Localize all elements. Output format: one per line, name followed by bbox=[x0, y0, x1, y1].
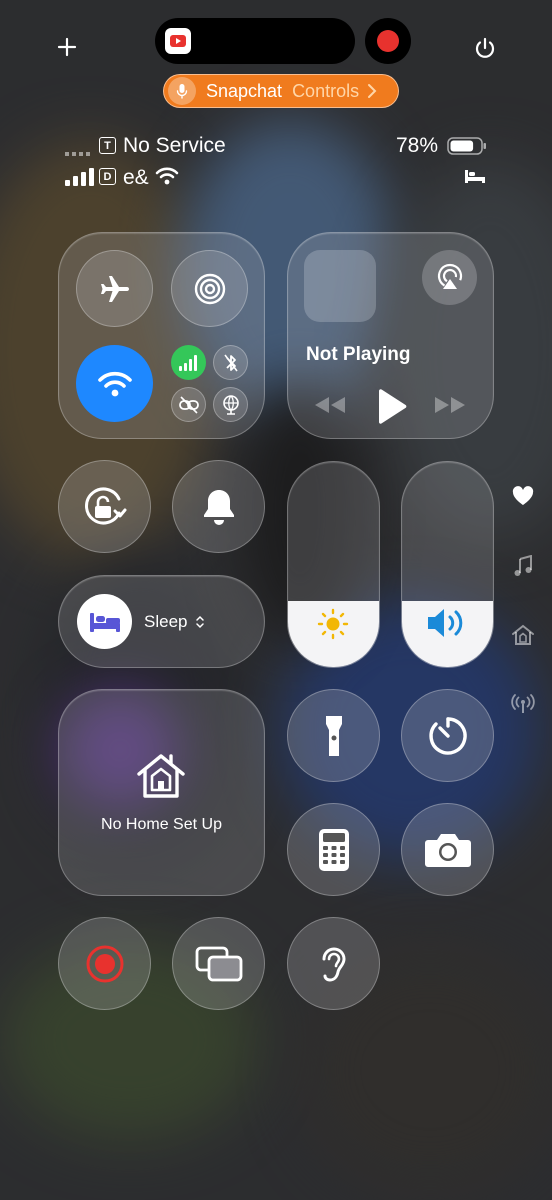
link-off-icon bbox=[178, 395, 199, 414]
chevron-updown-icon bbox=[195, 614, 205, 630]
dynamic-island[interactable] bbox=[155, 18, 355, 64]
album-art-placeholder bbox=[304, 250, 376, 322]
rotation-lock-icon bbox=[84, 487, 126, 524]
hearing-button[interactable] bbox=[287, 917, 380, 1010]
video-app-icon bbox=[170, 35, 186, 47]
music-page-icon[interactable] bbox=[510, 553, 536, 579]
wifi-button[interactable] bbox=[76, 345, 153, 422]
rewind-icon bbox=[315, 397, 345, 413]
screen-recording-button[interactable] bbox=[58, 917, 151, 1010]
cell-signal-icon bbox=[65, 168, 95, 186]
screen-record-indicator[interactable] bbox=[365, 18, 411, 64]
timer-button[interactable] bbox=[401, 689, 494, 782]
globe-icon bbox=[222, 394, 239, 415]
snap-controls-label: Controls bbox=[292, 80, 360, 101]
record-dot-icon bbox=[377, 30, 399, 52]
camera-icon bbox=[424, 833, 471, 867]
connectivity-page-icon[interactable] bbox=[510, 691, 536, 717]
snap-app-name: Snapchat bbox=[206, 80, 283, 101]
bluetooth-button[interactable] bbox=[213, 345, 248, 380]
home-page-icon[interactable] bbox=[510, 622, 536, 648]
personal-hotspot-button[interactable] bbox=[171, 387, 206, 422]
favorites-page-heart-icon[interactable] bbox=[510, 483, 536, 509]
rewind-button[interactable] bbox=[313, 394, 347, 416]
camera-button[interactable] bbox=[401, 803, 494, 896]
ear-icon bbox=[322, 947, 346, 982]
calculator-icon bbox=[318, 828, 349, 871]
wifi-icon bbox=[97, 371, 132, 396]
home-icon bbox=[135, 752, 187, 800]
home-label: No Home Set Up bbox=[101, 816, 222, 833]
silent-mode-button[interactable] bbox=[172, 460, 265, 553]
no-service-label: No Service bbox=[123, 134, 226, 157]
calculator-button[interactable] bbox=[287, 803, 380, 896]
sun-icon bbox=[317, 608, 349, 640]
flashlight-button[interactable] bbox=[287, 689, 380, 782]
fast-forward-button[interactable] bbox=[433, 394, 467, 416]
bell-icon bbox=[203, 489, 234, 525]
screen-mirroring-button[interactable] bbox=[172, 917, 265, 1010]
airplane-icon bbox=[100, 275, 129, 302]
record-icon bbox=[86, 945, 123, 982]
add-control-button[interactable] bbox=[56, 36, 78, 58]
orientation-lock-button[interactable] bbox=[58, 460, 151, 553]
sleep-mode-status-icon bbox=[464, 168, 486, 184]
now-playing-label: Not Playing bbox=[306, 344, 411, 365]
snapchat-controls-banner[interactable]: Snapchat Controls bbox=[163, 74, 399, 108]
fast-forward-icon bbox=[435, 397, 465, 413]
airdrop-icon bbox=[194, 273, 225, 304]
chevron-right-icon bbox=[368, 84, 377, 98]
flashlight-icon bbox=[325, 715, 342, 756]
wifi-status-icon bbox=[155, 166, 179, 186]
carrier-label: e& bbox=[123, 166, 149, 189]
airplane-mode-button[interactable] bbox=[76, 250, 153, 327]
timer-icon bbox=[428, 716, 467, 755]
sim-badge-t: T bbox=[99, 137, 116, 154]
vpn-button[interactable] bbox=[213, 387, 248, 422]
power-button[interactable] bbox=[472, 35, 498, 61]
cellular-data-button[interactable] bbox=[171, 345, 206, 380]
play-button[interactable] bbox=[376, 389, 408, 425]
airplay-button[interactable] bbox=[422, 250, 477, 305]
battery-percent: 78% bbox=[396, 134, 439, 157]
cellular-icon bbox=[178, 354, 197, 371]
sleep-focus-icon-badge bbox=[77, 594, 132, 649]
play-icon bbox=[379, 389, 407, 424]
bed-icon bbox=[89, 612, 120, 632]
airplay-audio-icon bbox=[437, 263, 462, 289]
bluetooth-off-icon bbox=[223, 354, 238, 371]
microphone-icon bbox=[168, 77, 196, 105]
app-icon bbox=[165, 28, 191, 54]
cell-signal-empty-icon bbox=[65, 148, 93, 156]
plus-icon bbox=[57, 37, 77, 57]
airdrop-button[interactable] bbox=[171, 250, 248, 327]
screen-mirroring-icon bbox=[195, 946, 242, 981]
focus-label: Sleep bbox=[144, 612, 188, 631]
speaker-icon bbox=[425, 606, 469, 640]
sim-badge-d: D bbox=[99, 168, 116, 185]
power-icon bbox=[475, 37, 495, 58]
battery-icon bbox=[447, 137, 487, 155]
